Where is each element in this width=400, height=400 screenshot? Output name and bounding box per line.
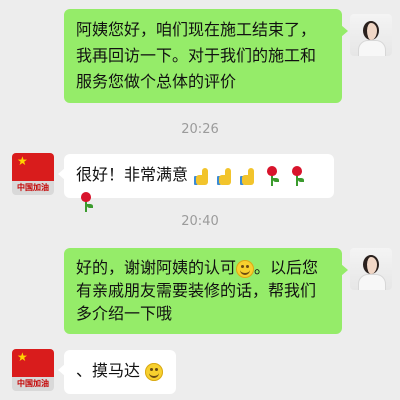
rose-icon bbox=[264, 165, 280, 186]
rose-icon bbox=[289, 165, 305, 186]
user-avatar[interactable] bbox=[350, 14, 392, 56]
message-text: 好的，谢谢阿姨的认可 bbox=[76, 258, 237, 277]
customer-avatar[interactable]: ★ 中国加油 bbox=[12, 349, 54, 391]
timestamp: 20:40 bbox=[181, 214, 219, 229]
thumbs-up-icon bbox=[240, 167, 256, 185]
message-text: 阿姨您好，咱们现在施工结束了，我再回访一下。对于我们的施工和服务您做个总体的评价 bbox=[76, 20, 317, 91]
smile-icon bbox=[145, 362, 164, 381]
thumbs-up-icon bbox=[194, 167, 210, 185]
rose-icon bbox=[78, 191, 94, 212]
avatar-head-shape bbox=[363, 255, 379, 274]
avatar-caption: 中国加油 bbox=[17, 379, 49, 388]
thumbs-up-icon bbox=[217, 167, 233, 185]
avatar-body-shape bbox=[358, 40, 386, 56]
flag-icon: ★ bbox=[12, 349, 54, 377]
avatar-head-shape bbox=[363, 21, 379, 40]
avatar-body-shape bbox=[358, 274, 386, 290]
received-message-bubble[interactable]: 很好！非常满意 bbox=[58, 154, 334, 212]
customer-avatar[interactable]: ★ 中国加油 bbox=[12, 153, 54, 195]
timestamp: 20:26 bbox=[181, 122, 219, 137]
received-message-bubble[interactable]: 、摸马达 bbox=[58, 350, 176, 394]
flag-icon: ★ bbox=[12, 153, 54, 181]
sent-message-bubble[interactable]: 好的，谢谢阿姨的认可 。以后您有亲戚朋友需要装修的话，帮我们多介绍一下哦 bbox=[64, 248, 348, 334]
sent-message-bubble[interactable]: 阿姨您好，咱们现在施工结束了，我再回访一下。对于我们的施工和服务您做个总体的评价 bbox=[64, 9, 348, 103]
smile-icon bbox=[236, 259, 255, 278]
user-avatar[interactable] bbox=[350, 248, 392, 290]
message-text: 、摸马达 bbox=[76, 361, 141, 380]
avatar-caption: 中国加油 bbox=[17, 183, 49, 192]
message-text: 很好！非常满意 bbox=[76, 165, 189, 184]
